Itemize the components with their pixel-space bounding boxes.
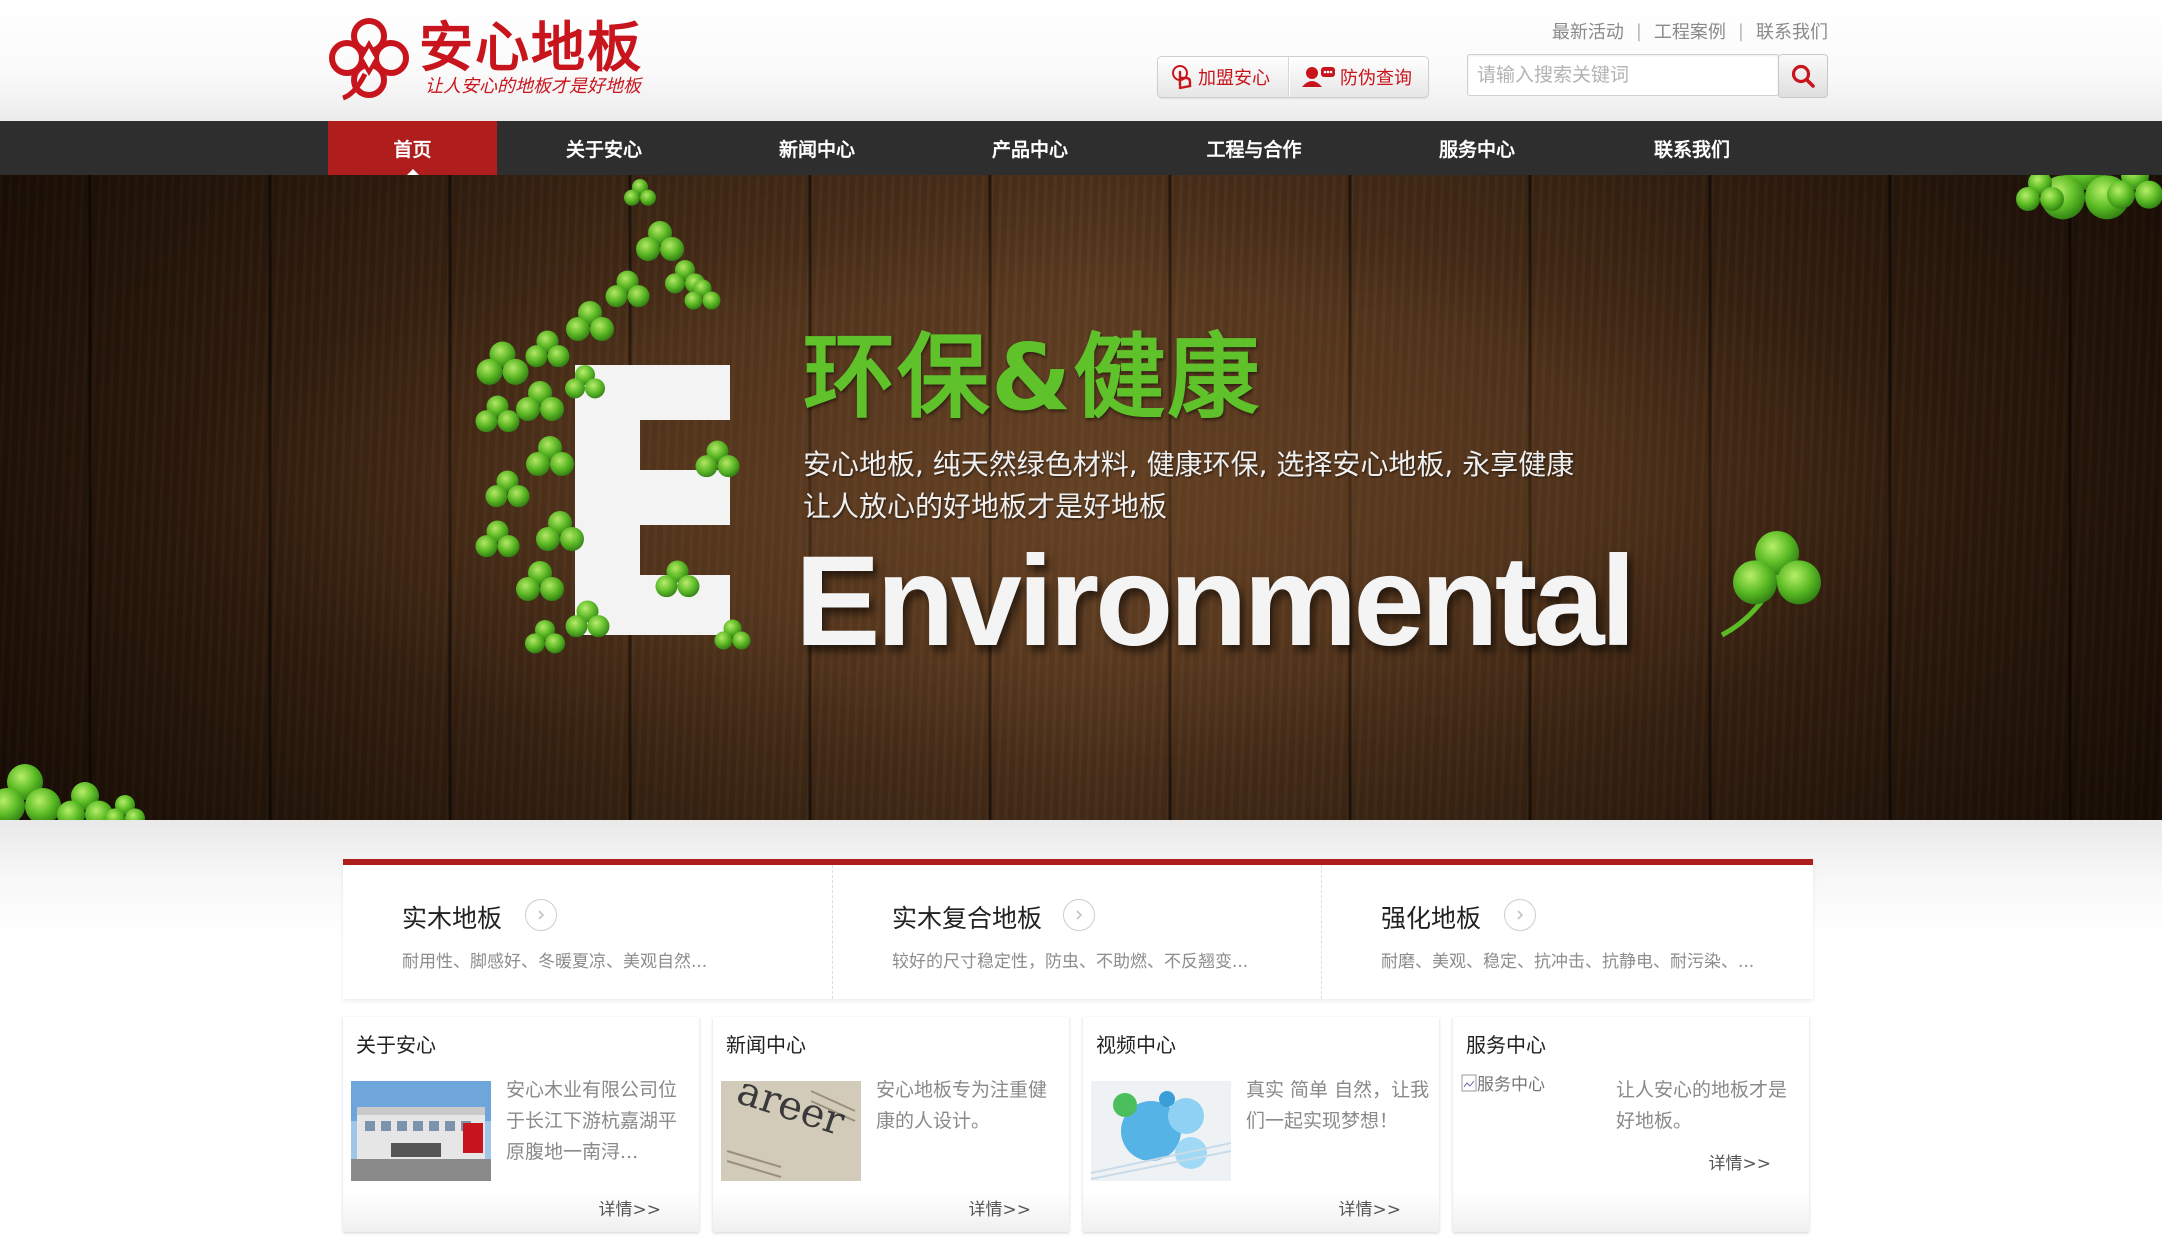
broken-image-icon <box>1461 1074 1477 1091</box>
letter-e-shape <box>575 365 730 635</box>
chevron-right-circle-icon[interactable] <box>1063 899 1095 931</box>
category-title[interactable]: 实木地板 <box>402 899 502 935</box>
category-title[interactable]: 实木复合地板 <box>892 899 1042 935</box>
card-title: 视频中心 <box>1096 1033 1176 1057</box>
nav-item-products[interactable]: 产品中心 <box>958 121 1102 175</box>
category-item[interactable]: 实木地板 耐用性、脚感好、冬暖夏凉、美观自然... <box>343 865 832 999</box>
chevron-right-circle-icon[interactable] <box>1504 899 1536 931</box>
about-card: 关于安心 安心木业有限公司位于长江下游杭嘉湖平原腹地一南浔... 详情>> <box>343 1017 699 1232</box>
pointer-hand-icon <box>1172 65 1192 90</box>
nav-item-contact[interactable]: 联系我们 <box>1620 121 1764 175</box>
category-strip: 实木地板 耐用性、脚感好、冬暖夏凉、美观自然... 实木复合地板 较好的尺寸稳定… <box>343 859 1813 999</box>
hero-banner[interactable]: 环保&健康 安心地板, 纯天然绿色材料, 健康环保, 选择安心地板, 永享健康 … <box>0 175 2162 820</box>
service-card: 服务中心 服务中心 让人安心的地板才是好地板。 详情>> <box>1453 1017 1809 1232</box>
card-more-link[interactable]: 详情>> <box>1339 1195 1402 1220</box>
banner-line-2: 让人放心的好地板才是好地板 <box>803 490 1168 523</box>
card-footer-shade <box>1453 1192 1809 1232</box>
category-desc: 较好的尺寸稳定性，防虫、不助燃、不反翘变... <box>892 952 1249 972</box>
newspaper-thumbnail[interactable]: areer <box>721 1081 861 1181</box>
card-title: 关于安心 <box>356 1033 436 1057</box>
category-title[interactable]: 强化地板 <box>1381 899 1481 935</box>
banner-line-1: 安心地板, 纯天然绿色材料, 健康环保, 选择安心地板, 永享健康 <box>803 448 1575 481</box>
join-button[interactable]: 加盟安心 <box>1158 57 1288 97</box>
clover-logo-icon <box>329 18 409 101</box>
card-more-link[interactable]: 详情>> <box>969 1195 1032 1220</box>
site-header: 安心地板 让人安心的地板才是好地板 最新活动 | 工程案例 | 联系我们 加盟安… <box>0 0 2162 121</box>
main-nav: 首页 关于安心 新闻中心 产品中心 工程与合作 服务中心 联系我们 <box>0 121 2162 175</box>
search-input[interactable] <box>1467 54 1779 96</box>
category-item[interactable]: 强化地板 耐磨、美观、稳定、抗冲击、抗静电、耐污染、... <box>1321 865 1813 999</box>
video-card: 视频中心 真实 简单 自然，让我们一起实现梦想！ 详情>> <box>1083 1017 1439 1232</box>
category-item[interactable]: 实木复合地板 较好的尺寸稳定性，防虫、不助燃、不反翘变... <box>832 865 1321 999</box>
join-button-label: 加盟安心 <box>1198 68 1270 89</box>
card-title: 服务中心 <box>1466 1033 1546 1057</box>
card-text: 安心木业有限公司位于长江下游杭嘉湖平原腹地一南浔... <box>506 1079 678 1163</box>
top-link-latest-events[interactable]: 最新活动 <box>1552 18 1624 44</box>
nav-item-service[interactable]: 服务中心 <box>1405 121 1549 175</box>
top-link-cases[interactable]: 工程案例 <box>1654 18 1726 44</box>
anti-counterfeit-button[interactable]: 防伪查询 <box>1290 57 1422 97</box>
logo-title: 安心地板 <box>419 16 643 79</box>
header-button-group: 加盟安心 防伪查询 <box>1157 56 1429 98</box>
card-more-link[interactable]: 详情>> <box>599 1195 662 1220</box>
search-button[interactable] <box>1778 54 1828 98</box>
top-link-separator: | <box>1737 20 1744 42</box>
nav-item-projects[interactable]: 工程与合作 <box>1172 121 1336 175</box>
site-logo[interactable]: 安心地板 让人安心的地板才是好地板 <box>325 12 645 102</box>
card-text: 安心地板专为注重健康的人设计。 <box>876 1079 1048 1132</box>
news-card: 新闻中心 areer 安心地板专为注重健康的人设计。 详情>> <box>713 1017 1069 1232</box>
user-query-icon <box>1302 67 1335 87</box>
category-desc: 耐磨、美观、稳定、抗冲击、抗静电、耐污染、... <box>1381 952 1755 972</box>
top-link-separator: | <box>1635 20 1642 42</box>
nav-item-news[interactable]: 新闻中心 <box>745 121 889 175</box>
top-links: 最新活动 | 工程案例 | 联系我们 <box>1552 18 1828 44</box>
card-text: 让人安心的地板才是好地板。 <box>1616 1079 1788 1132</box>
anti-counterfeit-button-label: 防伪查询 <box>1340 68 1412 89</box>
factory-thumbnail[interactable] <box>351 1081 491 1181</box>
card-title: 新闻中心 <box>726 1033 806 1057</box>
nav-item-about[interactable]: 关于安心 <box>532 121 676 175</box>
logo-slogan: 让人安心的地板才是好地板 <box>425 76 641 97</box>
service-thumbnail-alt: 服务中心 <box>1477 1075 1545 1095</box>
top-link-contact[interactable]: 联系我们 <box>1756 18 1828 44</box>
card-text: 真实 简单 自然，让我们一起实现梦想！ <box>1246 1079 1430 1132</box>
category-desc: 耐用性、脚感好、冬暖夏凉、美观自然... <box>402 952 708 972</box>
banner-heading: 环保&健康 <box>803 324 1262 431</box>
banner-word: Environmental <box>795 530 1636 673</box>
service-thumbnail[interactable]: 服务中心 <box>1461 1070 1545 1095</box>
search-icon <box>1791 64 1815 88</box>
card-more-link[interactable]: 详情>> <box>1709 1149 1772 1174</box>
chevron-right-circle-icon[interactable] <box>525 899 557 931</box>
video-thumbnail[interactable] <box>1091 1081 1231 1181</box>
nav-item-home[interactable]: 首页 <box>328 121 497 175</box>
